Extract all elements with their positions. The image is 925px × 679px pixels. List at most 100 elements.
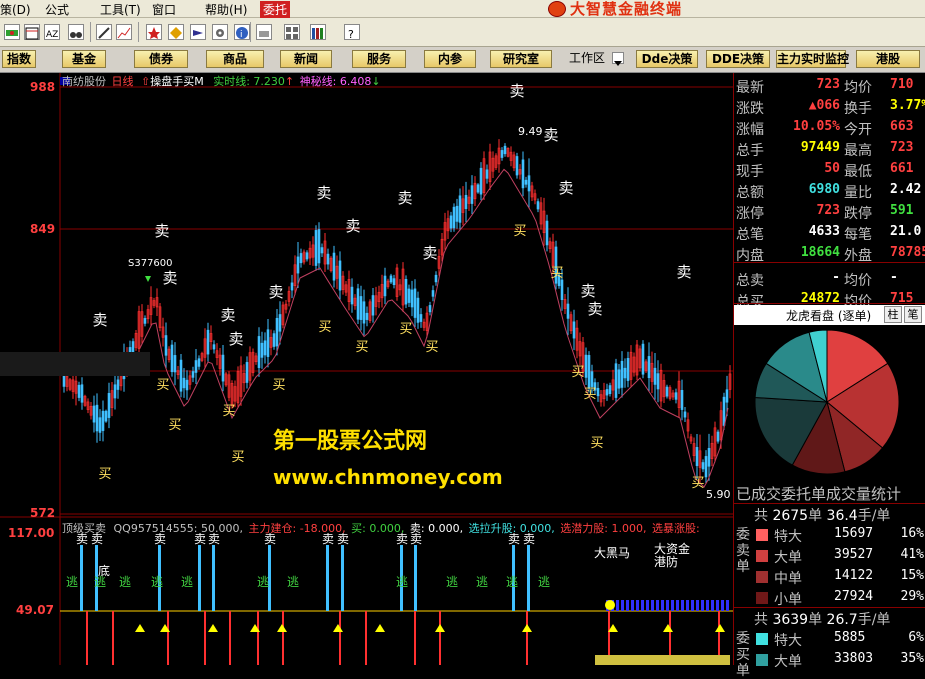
longhu-bar-button[interactable]: 柱	[884, 306, 902, 323]
indicator-blue-bar	[716, 600, 719, 611]
star-icon[interactable]	[146, 24, 162, 40]
arrow-icon[interactable]	[190, 24, 206, 40]
menu-item-window[interactable]: 窗口	[152, 1, 176, 18]
tag-gangbi: 港防	[654, 555, 679, 569]
help-icon[interactable]: ?	[344, 24, 360, 41]
indicator-param-buy: 买: 0.000,	[351, 522, 405, 535]
candle-body	[260, 342, 264, 358]
nav-index[interactable]: 指数	[2, 50, 36, 68]
period-label[interactable]: 日线	[112, 75, 134, 88]
nav-news[interactable]: 新闻	[280, 50, 332, 68]
nav-hk-stock[interactable]: 港股	[856, 50, 920, 68]
diamond-icon[interactable]	[168, 24, 184, 40]
menu-item-tools[interactable]: 工具(T)	[100, 1, 141, 18]
quote-key: 换手	[844, 101, 872, 117]
nav-main-monitor[interactable]: 主力实时监控	[776, 50, 849, 68]
buy-signal-label: 买	[98, 467, 111, 482]
nav-fund[interactable]: 基金	[62, 50, 106, 68]
quote-value: 4633	[808, 224, 840, 239]
buy-signal-label: 买	[399, 322, 412, 337]
buy-signal-label: 买	[425, 340, 438, 355]
candle-body	[608, 385, 612, 395]
indicator-sell-bar	[326, 545, 329, 611]
quote-panel: 最新 723 均价 710 涨跌 ▲066 换手 3.77% 涨幅 10.05% 今开 663 总手 97…	[733, 73, 925, 679]
buy-summary: 共 3639单 26.7手/单	[754, 612, 891, 628]
flag-icon[interactable]	[4, 24, 20, 40]
buy-signal-label: 买	[231, 450, 244, 465]
quote-value: -	[890, 270, 898, 285]
books-icon[interactable]	[310, 24, 326, 40]
indicator-blue-bar	[656, 600, 659, 611]
candle-body	[428, 305, 432, 313]
workspace-dropdown-icon[interactable]	[612, 52, 624, 66]
quote-key: 涨幅	[736, 122, 764, 138]
indicator-title[interactable]: 顶级买卖	[62, 522, 106, 535]
indicator-blue-bar	[651, 600, 654, 611]
stat-label: 小单	[774, 592, 802, 608]
quote-value: 710	[890, 77, 914, 92]
gear-icon[interactable]	[212, 24, 228, 40]
realtime-line-label: 实时线: 7.230	[213, 75, 285, 88]
indicator-blue-bar	[706, 600, 709, 611]
nav-dde-decision[interactable]: Dde决策	[636, 50, 698, 68]
indicator-blue-bar	[621, 600, 624, 611]
candle-body	[317, 229, 321, 264]
sell-signal-label: 卖	[558, 179, 573, 197]
candle-body	[257, 336, 261, 368]
quote-value: ▲066	[808, 98, 840, 113]
nav-service[interactable]: 服务	[352, 50, 406, 68]
candle-body	[320, 247, 324, 254]
sell-avg-unit: 手/单	[857, 508, 891, 524]
longhu-tick-button[interactable]: 笔	[904, 306, 922, 323]
indicator-dot	[605, 600, 615, 610]
candle-body	[143, 318, 147, 324]
candle-body	[107, 393, 111, 418]
chart-icon[interactable]	[116, 24, 132, 40]
candle-body	[326, 253, 330, 265]
menu-item-formula[interactable]: 公式	[45, 1, 69, 18]
candle-body	[170, 344, 174, 373]
buy-signal-label: 买	[355, 340, 368, 355]
candle-body	[587, 355, 591, 389]
candle-body	[617, 369, 621, 389]
nav-insider[interactable]: 内参	[424, 50, 476, 68]
sell-signal-label: 卖	[154, 222, 169, 240]
indicator-escape-label: 逃	[66, 575, 78, 589]
candle-body	[722, 396, 726, 426]
nav-research[interactable]: 研究室	[490, 50, 552, 68]
info-icon[interactable]: i	[234, 24, 250, 40]
nav-workspace[interactable]: 工作区	[568, 50, 606, 68]
quote-row: 涨停 723 跌停 591	[734, 201, 925, 222]
candle-body	[620, 360, 624, 388]
grid-icon[interactable]	[284, 24, 300, 40]
nav-commodity[interactable]: 商品	[206, 50, 264, 68]
sell-side-label: 委卖单	[736, 527, 750, 575]
quote-separator	[734, 303, 925, 304]
sell-avg: 36.4	[826, 508, 858, 524]
candle-body	[470, 185, 474, 204]
indicator-escape-label: 逃	[287, 575, 299, 589]
nav-bond[interactable]: 债券	[134, 50, 188, 68]
longhu-title[interactable]: 龙虎看盘 (逐单)	[786, 307, 871, 324]
brand-logo-icon	[548, 0, 566, 17]
sort-icon[interactable]: AZ	[44, 24, 60, 40]
y-tick-bottom: 572	[30, 506, 56, 520]
pencil-icon[interactable]	[96, 24, 112, 40]
buy-side-label: 委买单	[736, 631, 750, 679]
candle-body	[560, 279, 564, 300]
binoculars-icon[interactable]	[68, 24, 84, 40]
chart-header: 南纺股份 日线 ⇧操盘手买M 实时线: 7.230↑ 神秘线: 6.408↓	[62, 73, 381, 89]
quote-value: 78785	[890, 245, 925, 260]
indicator-name[interactable]: 操盘手买M	[150, 75, 204, 88]
menu-item-trade[interactable]: 委托	[260, 1, 291, 18]
candle-body	[590, 371, 594, 387]
candle-body	[404, 279, 408, 305]
nav-dde-decision-2[interactable]: DDE决策	[706, 50, 770, 68]
order-pie-chart	[754, 329, 900, 475]
menu-item-strategy[interactable]: 策(D)	[0, 1, 31, 18]
indicator-blue-bar	[631, 600, 634, 611]
menu-item-help[interactable]: 帮助(H)	[205, 1, 247, 18]
candle-body	[383, 275, 387, 297]
calendar-icon[interactable]	[24, 24, 40, 40]
print-icon[interactable]	[256, 24, 272, 40]
